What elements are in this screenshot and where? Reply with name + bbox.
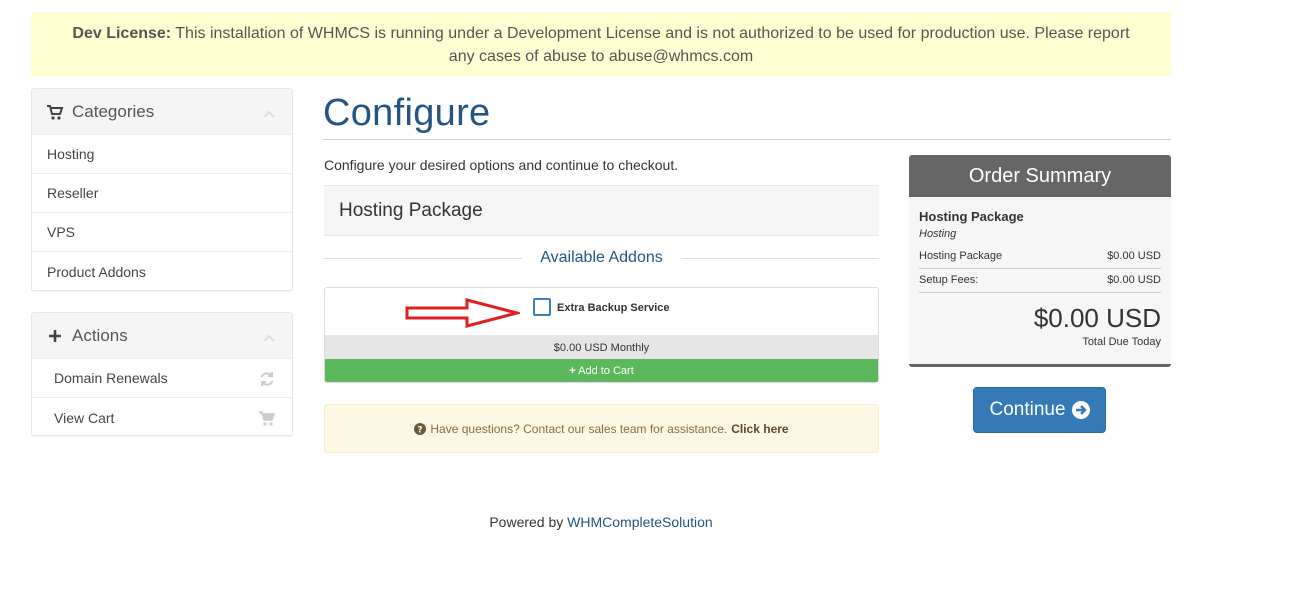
svg-text:?: ?	[418, 425, 423, 435]
chevron-up-icon[interactable]	[262, 104, 276, 118]
addon-price: $0.00 USD Monthly	[325, 335, 878, 359]
summary-row-value: $0.00 USD	[1107, 250, 1161, 262]
continue-button[interactable]: Continue	[973, 387, 1106, 433]
continue-label: Continue	[989, 399, 1066, 420]
footer-prefix: Powered by	[489, 514, 568, 530]
addons-heading-text: Available Addons	[540, 249, 663, 266]
order-summary: Order Summary Hosting Package Hosting Ho…	[909, 155, 1171, 367]
addon-add-to-cart-button[interactable]: + Add to Cart	[325, 359, 878, 382]
question-circle-icon: ?	[414, 422, 427, 435]
plus-icon	[46, 327, 64, 345]
sidebar-item-label: Reseller	[47, 185, 99, 201]
dev-license-label: Dev License:	[72, 25, 172, 42]
categories-panel-header[interactable]: Categories	[32, 89, 292, 135]
sidebar-item-view-cart[interactable]: View Cart	[32, 398, 292, 437]
sidebar-item-label: Product Addons	[47, 263, 146, 280]
cart-icon	[46, 103, 64, 121]
page-title: Configure	[323, 92, 491, 134]
actions-title: Actions	[72, 325, 128, 345]
sidebar-item-label: View Cart	[54, 409, 115, 426]
summary-product-group: Hosting	[919, 228, 957, 240]
red-arrow-icon	[405, 298, 520, 328]
sidebar-item-domain-renewals[interactable]: Domain Renewals	[32, 359, 292, 398]
categories-panel: Categories Hosting Reseller VPS Product …	[31, 88, 293, 291]
actions-panel: Actions Domain Renewals View Cart	[31, 312, 293, 436]
dev-license-notice: Dev License: This installation of WHMCS …	[31, 12, 1171, 76]
summary-row-label: Hosting Package	[919, 250, 1003, 262]
actions-panel-header[interactable]: Actions	[32, 313, 292, 359]
summary-row-value: $0.00 USD	[1107, 274, 1161, 286]
help-text: Have questions? Contact our sales team f…	[430, 421, 728, 436]
chevron-up-icon[interactable]	[262, 328, 276, 342]
addons-heading: Available Addons	[324, 247, 879, 269]
intro-text: Configure your desired options and conti…	[324, 157, 679, 173]
sidebar-item-label: VPS	[47, 224, 76, 240]
refresh-icon	[258, 370, 276, 388]
sidebar-item-label: Domain Renewals	[54, 370, 168, 386]
product-name: Hosting Package	[339, 199, 483, 221]
summary-product-name: Hosting Package	[919, 209, 1024, 224]
divider	[680, 257, 879, 259]
footer: Powered by WHMCompleteSolution	[0, 514, 1202, 530]
sidebar-item-product-addons[interactable]: Product Addons	[32, 252, 292, 291]
summary-total-label: Total Due Today	[1082, 336, 1161, 348]
addon-name[interactable]: Extra Backup Service	[557, 302, 670, 314]
summary-row: Setup Fees: $0.00 USD	[919, 269, 1161, 293]
title-divider	[323, 139, 1171, 140]
order-summary-title: Order Summary	[909, 155, 1171, 197]
footer-link[interactable]: WHMCompleteSolution	[567, 514, 713, 530]
sidebar-item-hosting[interactable]: Hosting	[32, 135, 292, 174]
divider	[324, 257, 523, 259]
dev-license-text: This installation of WHMCS is running un…	[171, 25, 1130, 65]
sidebar-item-label: Hosting	[47, 146, 95, 162]
plus-icon: +	[569, 365, 576, 377]
product-name-box: Hosting Package	[324, 185, 879, 236]
sidebar-item-reseller[interactable]: Reseller	[32, 174, 292, 213]
arrow-circle-right-icon	[1071, 401, 1090, 419]
cart-icon	[258, 409, 276, 427]
sales-help-box: ? Have questions? Contact our sales team…	[324, 404, 879, 453]
summary-row-label: Setup Fees:	[919, 274, 979, 286]
sidebar-item-vps[interactable]: VPS	[32, 213, 292, 252]
add-to-cart-label: Add to Cart	[578, 365, 634, 377]
addon-checkbox[interactable]	[533, 298, 551, 316]
summary-row: Hosting Package $0.00 USD	[919, 245, 1161, 269]
help-link[interactable]: Click here	[731, 422, 788, 436]
summary-total: $0.00 USD	[1033, 303, 1161, 333]
categories-title: Categories	[72, 101, 155, 121]
